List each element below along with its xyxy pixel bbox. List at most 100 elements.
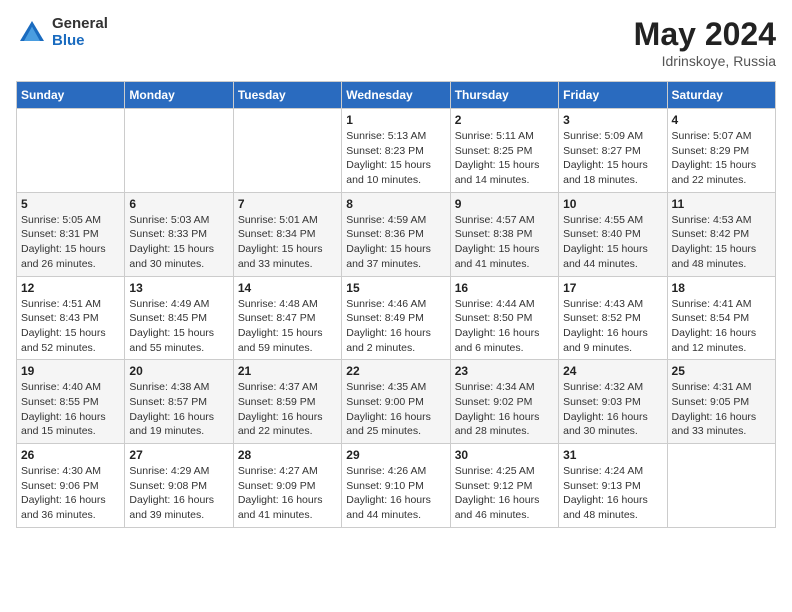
calendar-cell: [667, 444, 775, 528]
day-info: Sunrise: 4:51 AMSunset: 8:43 PMDaylight:…: [21, 297, 120, 356]
page-header: General Blue May 2024 Idrinskoye, Russia: [16, 16, 776, 69]
day-number: 19: [21, 364, 120, 378]
day-info: Sunrise: 4:30 AMSunset: 9:06 PMDaylight:…: [21, 464, 120, 523]
day-number: 12: [21, 281, 120, 295]
calendar-cell: 16 Sunrise: 4:44 AMSunset: 8:50 PMDayligh…: [450, 276, 558, 360]
day-number: 18: [672, 281, 771, 295]
day-number: 25: [672, 364, 771, 378]
day-number: 4: [672, 113, 771, 127]
week-row-4: 19Sunrise: 4:40 AMSunset: 8:55 PMDayligh…: [17, 360, 776, 444]
day-number: 15: [346, 281, 445, 295]
calendar-cell: 4 Sunrise: 5:07 AMSunset: 8:29 PMDaylight…: [667, 109, 775, 193]
calendar-cell: 24 Sunrise: 4:32 AMSunset: 9:03 PMDayligh…: [559, 360, 667, 444]
day-info: Sunrise: 4:37 AMSunset: 8:59 PMDaylight:…: [238, 380, 337, 439]
day-of-week-saturday: Saturday: [667, 82, 775, 109]
calendar-cell: 9 Sunrise: 4:57 AMSunset: 8:38 PMDaylight…: [450, 192, 558, 276]
week-row-5: 26 Sunrise: 4:30 AMSunset: 9:06 PMDayligh…: [17, 444, 776, 528]
day-number: 9: [455, 197, 554, 211]
day-info: Sunrise: 4:32 AMSunset: 9:03 PMDaylight:…: [563, 380, 662, 439]
calendar-cell: 3 Sunrise: 5:09 AMSunset: 8:27 PMDaylight…: [559, 109, 667, 193]
calendar-header: SundayMondayTuesdayWednesdayThursdayFrid…: [17, 82, 776, 109]
day-info: Sunrise: 4:48 AMSunset: 8:47 PMDaylight:…: [238, 297, 337, 356]
day-of-week-thursday: Thursday: [450, 82, 558, 109]
logo-icon: [16, 17, 48, 49]
calendar-table: SundayMondayTuesdayWednesdayThursdayFrid…: [16, 81, 776, 528]
day-info: Sunrise: 4:55 AMSunset: 8:40 PMDaylight:…: [563, 213, 662, 272]
calendar-cell: 11 Sunrise: 4:53 AMSunset: 8:42 PMDayligh…: [667, 192, 775, 276]
calendar-cell: 18Sunrise: 4:41 AMSunset: 8:54 PMDayligh…: [667, 276, 775, 360]
day-number: 3: [563, 113, 662, 127]
day-number: 30: [455, 448, 554, 462]
calendar-cell: 13Sunrise: 4:49 AMSunset: 8:45 PMDayligh…: [125, 276, 233, 360]
day-info: Sunrise: 4:31 AMSunset: 9:05 PMDaylight:…: [672, 380, 771, 439]
day-of-week-tuesday: Tuesday: [233, 82, 341, 109]
day-info: Sunrise: 5:09 AMSunset: 8:27 PMDaylight:…: [563, 129, 662, 188]
day-info: Sunrise: 4:29 AMSunset: 9:08 PMDaylight:…: [129, 464, 228, 523]
day-info: Sunrise: 4:27 AMSunset: 9:09 PMDaylight:…: [238, 464, 337, 523]
day-number: 1: [346, 113, 445, 127]
day-info: Sunrise: 4:35 AMSunset: 9:00 PMDaylight:…: [346, 380, 445, 439]
day-number: 22: [346, 364, 445, 378]
calendar-cell: 10 Sunrise: 4:55 AMSunset: 8:40 PMDayligh…: [559, 192, 667, 276]
calendar-cell: 5Sunrise: 5:05 AMSunset: 8:31 PMDaylight…: [17, 192, 125, 276]
calendar-body: 1 Sunrise: 5:13 AMSunset: 8:23 PMDaylight…: [17, 109, 776, 528]
day-number: 29: [346, 448, 445, 462]
day-info: Sunrise: 5:11 AMSunset: 8:25 PMDaylight:…: [455, 129, 554, 188]
calendar-cell: 19Sunrise: 4:40 AMSunset: 8:55 PMDayligh…: [17, 360, 125, 444]
calendar-cell: [233, 109, 341, 193]
logo-text: General Blue: [52, 16, 108, 49]
day-info: Sunrise: 4:34 AMSunset: 9:02 PMDaylight:…: [455, 380, 554, 439]
day-number: 11: [672, 197, 771, 211]
calendar-title: May 2024: [634, 16, 776, 53]
day-info: Sunrise: 5:01 AMSunset: 8:34 PMDaylight:…: [238, 213, 337, 272]
title-block: May 2024 Idrinskoye, Russia: [634, 16, 776, 69]
calendar-cell: 2 Sunrise: 5:11 AMSunset: 8:25 PMDaylight…: [450, 109, 558, 193]
day-info: Sunrise: 5:07 AMSunset: 8:29 PMDaylight:…: [672, 129, 771, 188]
week-row-3: 12 Sunrise: 4:51 AMSunset: 8:43 PMDayligh…: [17, 276, 776, 360]
calendar-cell: 27Sunrise: 4:29 AMSunset: 9:08 PMDayligh…: [125, 444, 233, 528]
calendar-cell: 12 Sunrise: 4:51 AMSunset: 8:43 PMDayligh…: [17, 276, 125, 360]
calendar-cell: 6 Sunrise: 5:03 AMSunset: 8:33 PMDaylight…: [125, 192, 233, 276]
calendar-cell: 28 Sunrise: 4:27 AMSunset: 9:09 PMDayligh…: [233, 444, 341, 528]
day-of-week-friday: Friday: [559, 82, 667, 109]
day-number: 31: [563, 448, 662, 462]
logo-general: General: [52, 16, 108, 33]
calendar-cell: 23 Sunrise: 4:34 AMSunset: 9:02 PMDayligh…: [450, 360, 558, 444]
day-number: 7: [238, 197, 337, 211]
day-info: Sunrise: 5:13 AMSunset: 8:23 PMDaylight:…: [346, 129, 445, 188]
day-number: 2: [455, 113, 554, 127]
days-of-week-row: SundayMondayTuesdayWednesdayThursdayFrid…: [17, 82, 776, 109]
day-info: Sunrise: 4:59 AMSunset: 8:36 PMDaylight:…: [346, 213, 445, 272]
day-info: Sunrise: 4:49 AMSunset: 8:45 PMDaylight:…: [129, 297, 228, 356]
week-row-2: 5Sunrise: 5:05 AMSunset: 8:31 PMDaylight…: [17, 192, 776, 276]
day-info: Sunrise: 4:57 AMSunset: 8:38 PMDaylight:…: [455, 213, 554, 272]
day-info: Sunrise: 4:26 AMSunset: 9:10 PMDaylight:…: [346, 464, 445, 523]
day-number: 10: [563, 197, 662, 211]
day-number: 6: [129, 197, 228, 211]
day-of-week-monday: Monday: [125, 82, 233, 109]
day-number: 20: [129, 364, 228, 378]
calendar-cell: 25 Sunrise: 4:31 AMSunset: 9:05 PMDayligh…: [667, 360, 775, 444]
calendar-cell: 30Sunrise: 4:25 AMSunset: 9:12 PMDayligh…: [450, 444, 558, 528]
day-info: Sunrise: 4:43 AMSunset: 8:52 PMDaylight:…: [563, 297, 662, 356]
day-number: 8: [346, 197, 445, 211]
calendar-location: Idrinskoye, Russia: [634, 53, 776, 69]
calendar-cell: 29 Sunrise: 4:26 AMSunset: 9:10 PMDayligh…: [342, 444, 450, 528]
day-info: Sunrise: 4:44 AMSunset: 8:50 PMDaylight:…: [455, 297, 554, 356]
calendar-cell: 31 Sunrise: 4:24 AMSunset: 9:13 PMDayligh…: [559, 444, 667, 528]
calendar-cell: 20Sunrise: 4:38 AMSunset: 8:57 PMDayligh…: [125, 360, 233, 444]
day-info: Sunrise: 5:03 AMSunset: 8:33 PMDaylight:…: [129, 213, 228, 272]
day-number: 24: [563, 364, 662, 378]
calendar-cell: 8 Sunrise: 4:59 AMSunset: 8:36 PMDaylight…: [342, 192, 450, 276]
day-of-week-wednesday: Wednesday: [342, 82, 450, 109]
day-number: 16: [455, 281, 554, 295]
day-info: Sunrise: 4:53 AMSunset: 8:42 PMDaylight:…: [672, 213, 771, 272]
day-number: 26: [21, 448, 120, 462]
day-number: 23: [455, 364, 554, 378]
day-info: Sunrise: 5:05 AMSunset: 8:31 PMDaylight:…: [21, 213, 120, 272]
day-number: 17: [563, 281, 662, 295]
day-number: 28: [238, 448, 337, 462]
calendar-cell: 22 Sunrise: 4:35 AMSunset: 9:00 PMDayligh…: [342, 360, 450, 444]
calendar-cell: 21Sunrise: 4:37 AMSunset: 8:59 PMDayligh…: [233, 360, 341, 444]
day-info: Sunrise: 4:24 AMSunset: 9:13 PMDaylight:…: [563, 464, 662, 523]
